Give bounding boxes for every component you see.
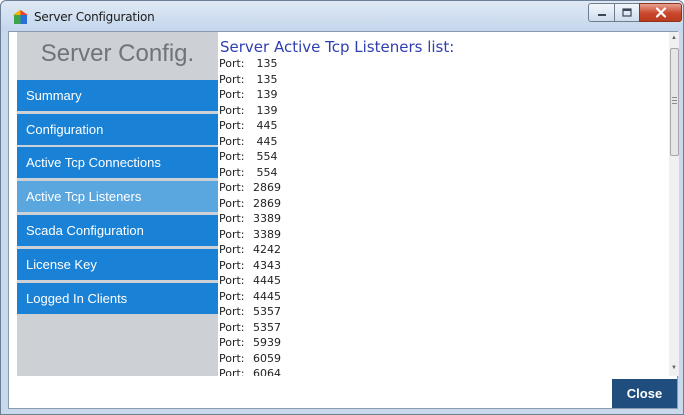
port-label: Port: xyxy=(219,72,245,86)
list-item: Port: 4343 xyxy=(219,258,519,274)
list-item: Port: 2869 xyxy=(219,180,519,196)
port-label: Port: xyxy=(219,134,245,148)
vertical-scrollbar[interactable]: ▲ ▼ xyxy=(669,32,679,376)
port-label: Port: xyxy=(219,119,245,132)
port-value: 135 xyxy=(256,72,278,86)
port-value: 3389 xyxy=(253,227,281,241)
port-label: Port: xyxy=(219,289,245,303)
port-value: 5357 xyxy=(253,320,281,334)
port-label: Port: xyxy=(219,181,245,194)
server-configuration-window: Server Configuration Server Config. Summ… xyxy=(0,0,684,415)
list-item: Port: 2869 xyxy=(219,196,519,212)
list-item: Port: 4445 xyxy=(219,273,519,289)
minimize-button[interactable] xyxy=(588,3,615,22)
sidebar-title: Server Config. xyxy=(40,40,195,67)
app-icon xyxy=(13,10,28,24)
port-value: 554 xyxy=(256,150,278,163)
scroll-down-arrow-icon[interactable]: ▼ xyxy=(669,362,679,374)
port-value: 2869 xyxy=(253,181,281,194)
listeners-header: Server Active Tcp Listeners list: xyxy=(220,38,455,56)
list-item: Port: 3389 xyxy=(219,227,519,243)
port-label: Port: xyxy=(219,150,245,163)
port-label: Port: xyxy=(219,227,245,241)
port-value: 139 xyxy=(256,103,278,117)
close-icon xyxy=(655,7,666,18)
scrollbar-thumb[interactable] xyxy=(670,48,679,156)
port-label: Port: xyxy=(219,88,245,101)
port-value: 5939 xyxy=(253,336,281,349)
port-value: 6064 xyxy=(253,367,281,376)
port-value: 2869 xyxy=(253,196,281,210)
list-item: Port: 4445 xyxy=(219,289,519,305)
scroll-up-arrow-icon[interactable]: ▲ xyxy=(669,32,679,44)
sidebar-item-summary[interactable]: Summary xyxy=(17,80,218,111)
port-label: Port: xyxy=(219,57,245,70)
sidebar-item-configuration[interactable]: Configuration xyxy=(17,114,218,145)
list-item: Port: 135 xyxy=(219,56,519,72)
port-label: Port: xyxy=(219,196,245,210)
sidebar-item-logged-in-clients[interactable]: Logged In Clients xyxy=(17,283,218,314)
listeners-panel: Server Active Tcp Listeners list: Port: 1… xyxy=(218,32,667,376)
client-area: Server Config. Summary Configuration Act… xyxy=(8,31,679,409)
list-item: Port: 554 xyxy=(219,149,519,165)
port-label: Port: xyxy=(219,320,245,334)
port-label: Port: xyxy=(219,212,245,225)
port-value: 139 xyxy=(256,88,278,101)
list-item: Port: 554 xyxy=(219,165,519,181)
list-item: Port: 5939 xyxy=(219,335,519,351)
port-value: 445 xyxy=(256,134,278,148)
sidebar-item-scada-configuration[interactable]: Scada Configuration xyxy=(17,215,218,246)
port-label: Port: xyxy=(219,336,245,349)
port-value: 3389 xyxy=(253,212,281,225)
list-item: Port: 445 xyxy=(219,118,519,134)
port-label: Port: xyxy=(219,367,245,376)
window-title: Server Configuration xyxy=(34,10,155,24)
list-item: Port: 139 xyxy=(219,103,519,119)
port-value: 554 xyxy=(256,165,278,179)
grip-icon xyxy=(672,97,677,104)
window-close-button[interactable] xyxy=(639,3,682,22)
list-item: Port: 445 xyxy=(219,134,519,150)
title-bar[interactable]: Server Configuration xyxy=(1,1,683,31)
sidebar-item-active-tcp-listeners[interactable]: Active Tcp Listeners xyxy=(17,181,218,212)
port-label: Port: xyxy=(219,243,245,256)
port-label: Port: xyxy=(219,305,245,318)
port-list[interactable]: Port: 135 Port: 135 Port: 139 Port: 139 Port: 445… xyxy=(219,56,519,376)
port-value: 445 xyxy=(256,119,278,132)
port-value: 4242 xyxy=(253,243,281,256)
port-value: 6059 xyxy=(253,351,281,365)
list-item: Port: 6064 xyxy=(219,366,519,376)
port-label: Port: xyxy=(219,103,245,117)
port-value: 4445 xyxy=(253,289,281,303)
port-label: Port: xyxy=(219,351,245,365)
minimize-icon xyxy=(597,13,606,16)
port-value: 5357 xyxy=(253,305,281,318)
sidebar: Server Config. Summary Configuration Act… xyxy=(17,32,218,376)
sidebar-item-active-tcp-connections[interactable]: Active Tcp Connections xyxy=(17,147,218,178)
list-item: Port: 135 xyxy=(219,72,519,88)
list-item: Port: 6059 xyxy=(219,351,519,367)
port-value: 4445 xyxy=(253,274,281,287)
port-label: Port: xyxy=(219,274,245,287)
list-item: Port: 5357 xyxy=(219,304,519,320)
list-item: Port: 139 xyxy=(219,87,519,103)
port-value: 135 xyxy=(256,57,278,70)
port-label: Port: xyxy=(219,258,245,272)
maximize-button[interactable] xyxy=(614,3,640,22)
port-label: Port: xyxy=(219,165,245,179)
list-item: Port: 4242 xyxy=(219,242,519,258)
list-item: Port: 3389 xyxy=(219,211,519,227)
list-item: Port: 5357 xyxy=(219,320,519,336)
maximize-icon xyxy=(622,8,632,17)
close-button[interactable]: Close xyxy=(612,379,677,408)
sidebar-item-license-key[interactable]: License Key xyxy=(17,249,218,280)
port-value: 4343 xyxy=(253,258,281,272)
